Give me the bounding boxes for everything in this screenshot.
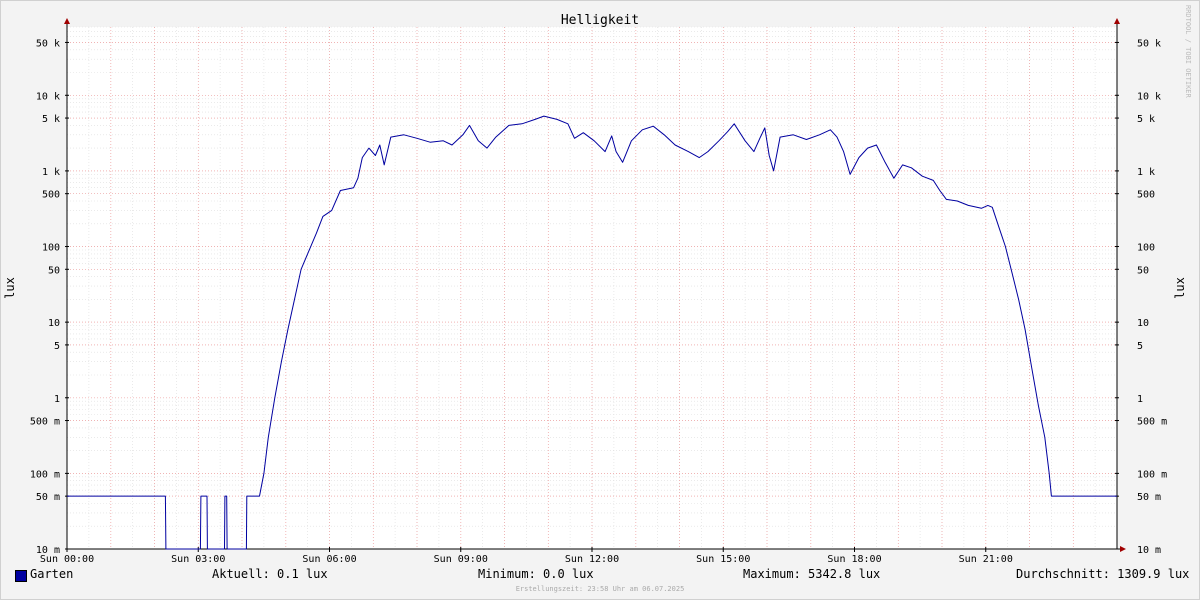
y-tick-label-left: 100 m [30, 469, 60, 480]
x-tick-label: Sun 06:00 [302, 554, 356, 565]
rrdtool-credit: RRDTOOL / TOBI OETIKER [1184, 5, 1192, 98]
chart: 10 m 10 m50 m 50 m100 m 100 m500 m 500 m1 15 5… [0, 0, 1200, 600]
y-tick-label-right: 500 [1137, 190, 1155, 201]
y-axis-label-right: lux [1173, 277, 1187, 299]
y-axis-arrow-left [64, 18, 70, 24]
y-tick-label-right: 50 k [1137, 38, 1161, 49]
y-tick-label-right: 5 k [1137, 114, 1155, 125]
y-tick-label-right: 10 k [1137, 91, 1161, 102]
y-axis-arrow-right [1114, 18, 1120, 24]
y-tick-label-left: 50 k [36, 38, 60, 49]
y-tick-label-right: 1 [1137, 394, 1143, 405]
y-tick-label-left: 5 [54, 341, 60, 352]
y-tick-label-right: 50 [1137, 265, 1149, 276]
legend-swatch [15, 570, 27, 582]
y-tick-label-left: 500 [42, 190, 60, 201]
legend-average: Durchschnitt: 1309.9 lux [1016, 567, 1190, 581]
chart-title: Helligkeit [561, 13, 639, 28]
y-axis-label-left: lux [3, 277, 17, 299]
y-tick-label-left: 1 k [42, 167, 60, 178]
y-tick-label-right: 50 m [1137, 492, 1161, 503]
y-tick-label-left: 500 m [30, 417, 60, 428]
y-tick-label-right: 100 [1137, 243, 1155, 254]
x-tick-label: Sun 21:00 [959, 554, 1013, 565]
y-tick-label-right: 100 m [1137, 469, 1167, 480]
legend-series-name: Garten [30, 567, 74, 581]
y-tick-label-right: 500 m [1137, 417, 1167, 428]
y-tick-label-left: 10 [48, 318, 60, 329]
y-tick-label-left: 5 k [42, 114, 60, 125]
y-tick-label-right: 10 [1137, 318, 1149, 329]
legend: Garten Aktuell: 0.1 lux Minimum: 0.0 lux… [0, 567, 1200, 585]
y-tick-label-left: 50 m [36, 492, 60, 503]
y-tick-label-left: 50 [48, 265, 60, 276]
y-tick-label-right: 5 [1137, 341, 1143, 352]
y-tick-label-left: 1 [54, 394, 60, 405]
x-tick-label: Sun 12:00 [565, 554, 619, 565]
y-tick-label-left: 10 k [36, 91, 60, 102]
y-tick-label-right: 10 m [1137, 545, 1161, 556]
x-tick-label: Sun 09:00 [434, 554, 488, 565]
x-tick-label: Sun 15:00 [696, 554, 750, 565]
x-tick-label: Sun 03:00 [171, 554, 225, 565]
legend-maximum: Maximum: 5342.8 lux [743, 567, 881, 581]
x-axis-arrow [1120, 546, 1126, 552]
legend-current: Aktuell: 0.1 lux [212, 567, 328, 581]
x-tick-label: Sun 00:00 [40, 554, 94, 565]
y-tick-label-right: 1 k [1137, 167, 1155, 178]
creation-time-note: Erstellungszeit: 23:58 Uhr am 06.07.2025 [515, 585, 685, 593]
y-tick-label-left: 100 [42, 243, 60, 254]
x-tick-label: Sun 18:00 [827, 554, 881, 565]
legend-minimum: Minimum: 0.0 lux [478, 567, 594, 581]
